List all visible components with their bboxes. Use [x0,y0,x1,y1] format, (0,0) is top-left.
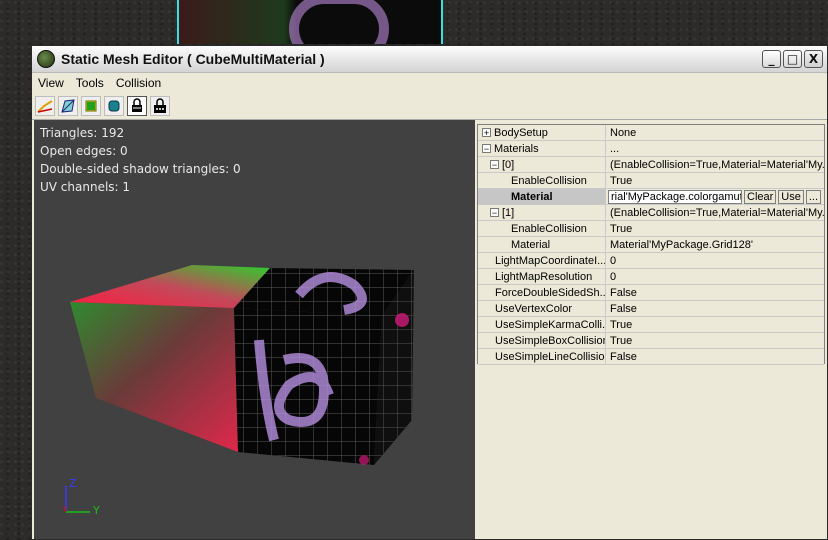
prop-value[interactable]: True [606,333,824,348]
prop-name: UseSimpleKarmaColli... [478,317,606,332]
axis-y-label: Y [93,504,100,517]
prop-name: UseSimpleBoxCollision [478,333,606,348]
prop-value[interactable]: ... [606,141,824,156]
stat-open-edges: Open edges: 0 [40,144,128,158]
prop-row-usesimplelinecollision[interactable]: UseSimpleLineCollision False [478,349,824,365]
prop-value[interactable]: False [606,301,824,316]
lock-icon[interactable] [127,96,147,116]
collapse-icon[interactable]: − [490,208,499,218]
stat-uv-channels: UV channels: 1 [40,180,131,194]
clear-button[interactable]: Clear [744,189,777,204]
menu-view[interactable]: View [32,76,70,90]
background-viewport [177,0,443,44]
prop-row-forcedoublesidedshadow[interactable]: ForceDoubleSidedSh... False [478,285,824,301]
static-mesh-editor-window: Static Mesh Editor ( CubeMultiMaterial )… [31,45,828,540]
prop-name: Material [478,237,606,252]
app-icon [37,50,55,68]
axis-z-label: Z [69,477,77,490]
prop-name: LightMapCoordinateI... [478,253,606,268]
prop-value[interactable]: True [606,317,824,332]
empty-panel-area [477,366,825,539]
stat-shadow-triangles: Double-sided shadow triangles: 0 [40,162,241,176]
prop-name: [1] [502,206,515,219]
prop-row-enablecollision-1[interactable]: EnableCollision True [478,221,824,237]
prop-row-materials[interactable]: − Materials ... [478,141,824,157]
collapse-icon[interactable]: − [482,144,491,154]
prop-name: LightMapResolution [478,269,606,284]
prop-value[interactable]: False [606,285,824,300]
prop-row-usesimpleboxcollision[interactable]: UseSimpleBoxCollision True [478,333,824,349]
prop-name: EnableCollision [478,221,606,236]
prop-row-material-0[interactable]: − [0] (EnableCollision=True,Material=Mat… [478,157,824,173]
prop-value[interactable]: 0 [606,253,824,268]
prop-row-lightmapresolution[interactable]: LightMapResolution 0 [478,269,824,285]
browse-button[interactable]: ... [805,189,822,204]
prop-value[interactable]: (EnableCollision=True,Material=Material'… [606,205,824,220]
prop-value[interactable]: (EnableCollision=True,Material=Material'… [606,157,824,172]
menu-bar: View Tools Collision [32,73,827,93]
prop-row-material-1[interactable]: − [1] (EnableCollision=True,Material=Mat… [478,205,824,221]
collision-icon[interactable] [104,96,124,116]
prop-name: Materials [494,142,539,155]
prop-value[interactable]: 0 [606,269,824,284]
prop-name: UseSimpleLineCollision [478,349,606,364]
prop-value[interactable]: False [606,349,824,364]
maximize-button[interactable]: □ [783,50,802,68]
prop-value[interactable]: Material'MyPackage.Grid128' [606,237,824,252]
menu-collision[interactable]: Collision [110,76,167,90]
property-grid: + BodySetup None − Materials ... − [0] (… [477,124,825,365]
green-square-icon[interactable] [81,96,101,116]
prop-name: UseVertexColor [478,301,606,316]
prop-row-usevertexcolor[interactable]: UseVertexColor False [478,301,824,317]
prop-name: EnableCollision [478,173,606,188]
prop-name: ForceDoubleSidedSh... [478,285,606,300]
material-value-input[interactable]: rial'MyPackage.colorgamut' [608,189,742,204]
stat-triangles: Triangles: 192 [40,126,125,140]
cube-grid-front [234,308,382,465]
cube-left-face [70,302,238,452]
prop-row-enablecollision-0[interactable]: EnableCollision True [478,173,824,189]
prop-name: [0] [502,158,515,171]
prop-row-lightmapcoordinateindex[interactable]: LightMapCoordinateI... 0 [478,253,824,269]
expand-icon[interactable]: + [482,128,491,138]
toolbar [32,93,827,120]
wireframe-icon[interactable] [35,96,55,116]
prop-value[interactable]: True [606,221,824,236]
title-bar[interactable]: Static Mesh Editor ( CubeMultiMaterial )… [32,46,827,73]
mesh-viewport[interactable]: Triangles: 192 Open edges: 0 Double-side… [34,120,475,539]
prop-name: BodySetup [494,126,548,139]
prop-row-material-0-material[interactable]: Material rial'MyPackage.colorgamut' Clea… [478,189,824,205]
padlock-icon[interactable] [150,96,170,116]
prop-name: Material [478,189,606,204]
window-title: Static Mesh Editor ( CubeMultiMaterial ) [61,51,325,67]
collapse-icon[interactable]: − [490,160,499,170]
use-button[interactable]: Use [778,189,804,204]
mesh-stats: Triangles: 192 Open edges: 0 Double-side… [40,124,241,196]
prop-row-usesimplekarmacollision[interactable]: UseSimpleKarmaColli... True [478,317,824,333]
prop-value[interactable]: None [606,125,824,140]
background-texture-swirl [289,0,389,44]
prop-row-material-1-material[interactable]: Material Material'MyPackage.Grid128' [478,237,824,253]
prop-row-bodysetup[interactable]: + BodySetup None [478,125,824,141]
prop-value[interactable]: True [606,173,824,188]
close-button[interactable]: X [804,50,823,68]
menu-tools[interactable]: Tools [70,76,110,90]
minimize-button[interactable]: _ [762,50,781,68]
bounds-icon[interactable] [58,96,78,116]
